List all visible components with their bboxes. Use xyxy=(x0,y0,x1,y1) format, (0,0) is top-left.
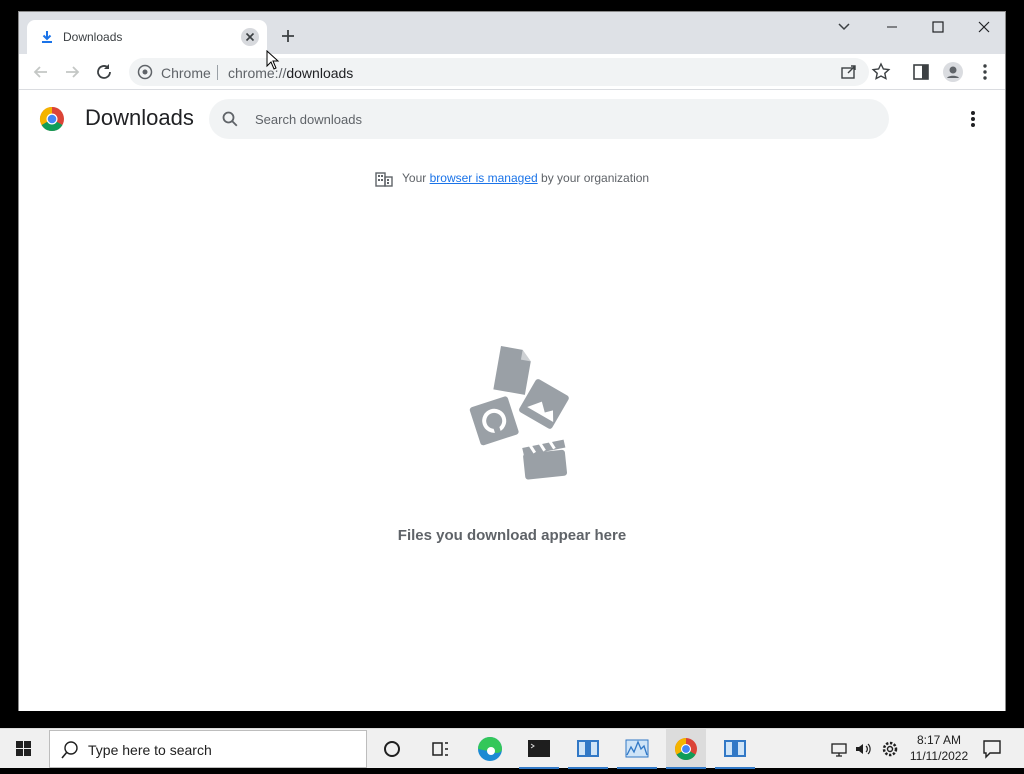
page-more-actions-icon[interactable] xyxy=(963,107,983,131)
app-window-icon xyxy=(724,740,746,757)
download-icon xyxy=(42,31,52,43)
cortana-icon[interactable] xyxy=(372,729,412,769)
search-downloads-input[interactable] xyxy=(255,109,855,129)
back-icon[interactable] xyxy=(29,60,53,84)
taskbar-app-window-2[interactable] xyxy=(715,729,755,769)
building-icon xyxy=(375,172,393,187)
taskbar-app-chrome[interactable] xyxy=(666,729,706,769)
page-header: Downloads xyxy=(19,91,1005,147)
empty-state-message: Files you download appear here xyxy=(397,527,627,544)
managed-notice: Your browser is managed by your organiza… xyxy=(19,171,1005,187)
url-text[interactable]: chrome://downloads xyxy=(228,65,353,81)
page-title: Downloads xyxy=(85,105,194,130)
clock-time: 8:17 AM xyxy=(916,733,962,747)
downloads-page: Downloads Search downloads Your browser … xyxy=(19,91,1005,711)
reload-icon[interactable] xyxy=(92,60,116,84)
tab-downloads[interactable]: Downloads xyxy=(27,20,267,54)
running-indicator xyxy=(568,767,608,769)
empty-downloads-illustration xyxy=(469,346,569,480)
chrome-logo-icon xyxy=(39,107,64,132)
bookmark-star-icon[interactable] xyxy=(869,60,893,84)
forward-icon[interactable] xyxy=(60,60,84,84)
toolbar: Chrome chrome://downloads xyxy=(19,54,1005,90)
network-icon[interactable] xyxy=(829,739,849,759)
edge-browser-icon[interactable] xyxy=(470,729,510,769)
performance-monitor-icon xyxy=(625,739,649,758)
mouse-cursor-icon xyxy=(266,50,280,70)
clock-date: 11/11/2022 xyxy=(909,749,969,763)
taskbar-clock[interactable]: 8:17 AM 11/11/2022 xyxy=(906,732,972,764)
video-clapper-icon xyxy=(522,439,568,480)
running-indicator xyxy=(519,767,559,769)
windows-start-icon[interactable] xyxy=(0,729,48,769)
search-icon xyxy=(222,111,238,127)
running-indicator xyxy=(666,767,706,769)
share-icon[interactable] xyxy=(837,60,861,84)
managed-suffix: by your organization xyxy=(541,171,650,186)
task-view-icon[interactable] xyxy=(420,729,460,769)
audio-file-icon xyxy=(469,396,519,446)
tab-search-icon[interactable] xyxy=(829,16,859,38)
volume-icon[interactable] xyxy=(853,739,873,759)
notifications-icon[interactable] xyxy=(980,737,1004,761)
minimize-icon[interactable] xyxy=(877,16,907,38)
taskbar-search-icon xyxy=(61,741,78,759)
side-panel-icon[interactable] xyxy=(909,60,933,84)
browser-menu-icon[interactable] xyxy=(973,60,997,84)
tab-title: Downloads xyxy=(63,30,123,44)
new-tab-icon[interactable] xyxy=(277,25,299,47)
close-window-icon[interactable] xyxy=(969,16,999,38)
windows-taskbar: Type here to search 8:17 AM 11/11/2022 xyxy=(0,728,1024,769)
desktop: Downloads Chrome chrome://downloads Down… xyxy=(0,0,1024,728)
taskbar-app-window-1[interactable] xyxy=(568,729,608,769)
site-name: Chrome xyxy=(161,65,211,81)
taskbar-search-text: Type here to search xyxy=(88,742,212,758)
taskbar-app-performance-monitor[interactable] xyxy=(617,729,657,769)
running-indicator xyxy=(617,767,657,769)
running-indicator xyxy=(715,767,755,769)
taskbar-app-command-prompt[interactable] xyxy=(519,729,559,769)
address-bar[interactable]: Chrome chrome://downloads xyxy=(129,58,869,86)
profile-avatar-icon[interactable] xyxy=(941,60,965,84)
app-window-icon xyxy=(577,740,599,757)
chrome-site-icon xyxy=(137,64,153,80)
browser-managed-link[interactable]: browser is managed xyxy=(430,171,538,185)
tab-strip: Downloads xyxy=(19,12,1005,54)
tab-close-icon[interactable] xyxy=(241,28,259,46)
taskbar-search-box[interactable]: Type here to search xyxy=(49,730,367,768)
chrome-window: Downloads Chrome chrome://downloads Down… xyxy=(18,11,1006,711)
omnibox-separator xyxy=(217,65,218,80)
maximize-icon[interactable] xyxy=(923,16,953,38)
chrome-taskbar-icon xyxy=(675,738,697,760)
managed-prefix: Your xyxy=(402,171,427,186)
document-icon xyxy=(493,346,531,395)
command-prompt-icon xyxy=(528,740,550,757)
url-path: downloads xyxy=(286,65,354,81)
settings-gear-icon[interactable] xyxy=(880,739,900,759)
search-downloads-box[interactable] xyxy=(209,99,889,139)
